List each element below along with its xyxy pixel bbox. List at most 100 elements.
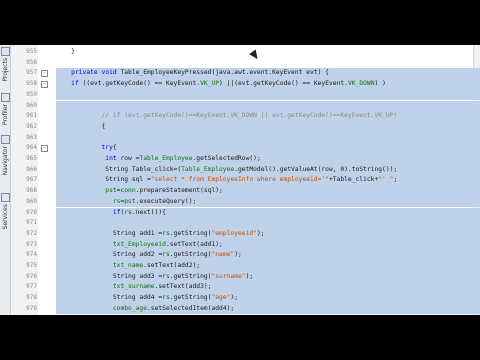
side-tab-navigator[interactable]: Navigator bbox=[0, 135, 10, 175]
line-number: 973 bbox=[26, 240, 37, 248]
line-number: 964 bbox=[26, 144, 37, 152]
side-tab-services[interactable]: Services bbox=[0, 193, 10, 229]
code-token: "employeeid" bbox=[211, 229, 257, 237]
line-number: 960 bbox=[26, 101, 37, 109]
code-line[interactable]: 957- private void Table_EmployeeKeyPress… bbox=[11, 68, 480, 80]
code-line[interactable]: 969 rs=pst.executeQuery(); bbox=[11, 196, 480, 208]
code-text: private void Table_EmployeeKeyPressed(ja… bbox=[56, 68, 329, 79]
code-token: Table_EmployeeKeyPressed(java.awt.event.… bbox=[120, 69, 329, 77]
code-line[interactable]: 968 pst=conn.prepareStatement(sql); bbox=[11, 186, 480, 197]
line-number: 971 bbox=[26, 219, 37, 227]
selection-highlight bbox=[56, 218, 480, 229]
line-number: 976 bbox=[26, 272, 37, 280]
code-token: .executeQuery(); bbox=[135, 197, 197, 205]
line-number: 961 bbox=[26, 112, 37, 120]
line-number: 955 bbox=[26, 48, 37, 55]
code-line[interactable]: 963 bbox=[11, 132, 480, 144]
side-tab-projects[interactable]: Projects bbox=[0, 47, 10, 82]
code-token: +Table_click+ bbox=[328, 176, 379, 184]
code-line[interactable]: 975 txt_name.setText(add2); bbox=[11, 261, 480, 272]
code-token: combo_age bbox=[112, 304, 147, 312]
code-token: txt_surname bbox=[112, 283, 155, 291]
code-line[interactable]: 970 if(rs.next()){ bbox=[11, 207, 480, 219]
code-line[interactable]: 971 bbox=[11, 218, 480, 229]
projects-icon bbox=[0, 47, 10, 56]
code-line[interactable]: 965 int row =Table_Employee.getSelectedR… bbox=[11, 154, 480, 165]
line-number: 967 bbox=[26, 176, 37, 184]
code-line[interactable]: 955 } bbox=[11, 47, 480, 58]
code-token: String add1 = bbox=[56, 229, 163, 237]
code-token: "age" bbox=[211, 294, 231, 302]
line-number: 979 bbox=[26, 304, 37, 312]
line-number: 972 bbox=[26, 229, 37, 237]
code-line[interactable]: 956 bbox=[11, 58, 480, 69]
side-tab-profiler[interactable]: Profiler bbox=[0, 93, 10, 125]
line-number: 968 bbox=[26, 187, 37, 195]
code-text: if(rs.next()){ bbox=[56, 208, 166, 219]
code-text: { bbox=[56, 122, 105, 133]
code-line[interactable]: 964- try{ bbox=[11, 143, 480, 154]
code-token: ); bbox=[234, 251, 242, 259]
code-line[interactable]: 960 bbox=[11, 100, 480, 112]
code-token: } bbox=[56, 48, 75, 55]
code-token: rs bbox=[124, 208, 132, 216]
code-token: String add3 = bbox=[56, 272, 163, 280]
code-line[interactable]: 962 { bbox=[11, 121, 480, 133]
code-token: rs bbox=[162, 294, 170, 302]
selection-highlight bbox=[56, 132, 480, 144]
code-line[interactable]: 958- if ((evt.getKeyCode() == KeyEvent.V… bbox=[11, 79, 480, 90]
code-token: Table_Employee bbox=[181, 165, 235, 173]
code-text: int row =Table_Employee.getSelectedRow()… bbox=[56, 154, 261, 165]
code-token: .getSelectedRow(); bbox=[192, 155, 261, 162]
code-line[interactable]: 979 combo_age.setSelectedItem(add4); bbox=[11, 303, 480, 315]
code-line[interactable]: 973 txt_Employeeid.setText(add1); bbox=[11, 239, 480, 251]
code-token: { bbox=[56, 122, 106, 130]
code-text: String sql ="select * from EmployeeInfo … bbox=[56, 175, 397, 186]
code-line[interactable]: 977 txt_surname.setText(add3); bbox=[11, 282, 480, 294]
side-tab-label: Projects bbox=[1, 58, 9, 82]
code-token: ((evt.getKeyCode() == KeyEvent. bbox=[82, 80, 201, 88]
code-line[interactable]: 967 String sql ="select * from EmployeeI… bbox=[11, 175, 480, 187]
line-number: 958 bbox=[26, 80, 37, 88]
code-token: // if (evt.getKeyCode()==KeyEvent.VK_DOW… bbox=[56, 112, 398, 120]
fold-toggle-icon[interactable]: - bbox=[41, 145, 48, 153]
code-line[interactable]: 972 String add1 =rs.getString("employeei… bbox=[11, 228, 480, 240]
code-text: try{ bbox=[56, 143, 116, 154]
code-text: txt_name.setText(add2); bbox=[56, 261, 200, 272]
code-line[interactable]: 974 String add2 =rs.getString("name"); bbox=[11, 250, 480, 261]
code-token: pst bbox=[124, 197, 136, 205]
code-token: try bbox=[56, 144, 113, 152]
code-line[interactable]: 959 bbox=[11, 89, 480, 101]
code-token: VK_DOWN bbox=[347, 80, 375, 88]
code-text: String add3 =rs.getString("surname"); bbox=[56, 272, 253, 283]
video-frame: { "sidebar": { "tabs": [ {"label": "Proj… bbox=[0, 0, 480, 360]
fold-toggle-icon[interactable]: - bbox=[41, 81, 48, 89]
fold-toggle-icon[interactable]: - bbox=[41, 70, 48, 78]
selection-highlight bbox=[56, 121, 480, 133]
code-text: String add2 =rs.getString("name"); bbox=[56, 250, 242, 261]
code-text: String Table_click=(Table_Employee.getMo… bbox=[56, 165, 397, 176]
code-line[interactable]: 978 String add4 =rs.getString("age"); bbox=[11, 293, 480, 304]
code-token: .setText(add2); bbox=[143, 262, 201, 269]
code-text: txt_Employeeid.setText(add1); bbox=[56, 240, 223, 251]
code-line[interactable]: 961 // if (evt.getKeyCode()==KeyEvent.VK… bbox=[11, 111, 480, 122]
code-token: VK_UP bbox=[200, 80, 220, 88]
side-tab-label: Services bbox=[1, 204, 9, 230]
code-token: .setText(add1); bbox=[165, 240, 223, 248]
code-token: .getString( bbox=[169, 251, 212, 259]
code-token: String add4 = bbox=[56, 294, 163, 302]
code-text: if ((evt.getKeyCode() == KeyEvent.VK_UP)… bbox=[56, 79, 386, 90]
code-line[interactable]: 976 String add3 =rs.getString("surname")… bbox=[11, 271, 480, 283]
code-line[interactable]: 966 String Table_click=(Table_Employee.g… bbox=[11, 164, 480, 176]
code-token: "surname" bbox=[211, 272, 246, 280]
ide-window: Projects Profiler Navigator Services 955 } 9… bbox=[0, 45, 480, 315]
code-text: String add4 =rs.getString("age"); bbox=[56, 293, 238, 304]
code-token: ; bbox=[393, 176, 398, 184]
code-token: .getString( bbox=[169, 272, 212, 280]
code-token: if bbox=[56, 80, 83, 88]
